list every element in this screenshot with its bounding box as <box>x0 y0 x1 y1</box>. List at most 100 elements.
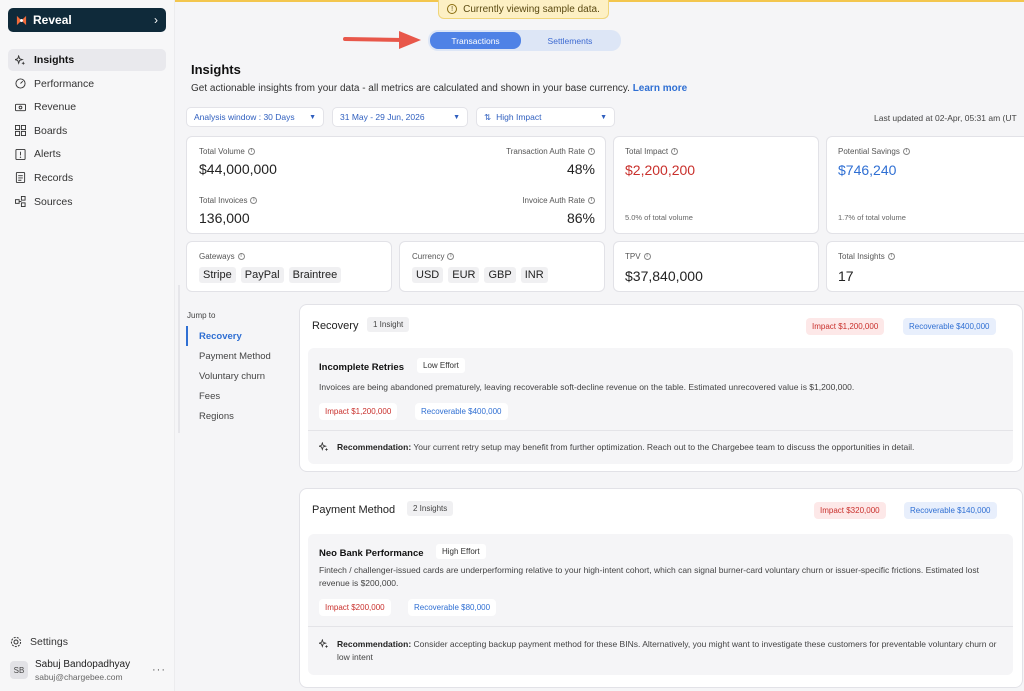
total-insights-value: 17 <box>838 268 854 284</box>
brand-name: Reveal <box>33 13 72 27</box>
info-icon: i <box>671 148 679 156</box>
date-range-select[interactable]: 31 May - 29 Jun, 2026 ▼ <box>332 107 468 127</box>
recommendation: Recommendation: Your current retry setup… <box>319 441 999 454</box>
total-impact-value: $2,200,200 <box>625 162 696 178</box>
sidebar-item-label: Insights <box>34 54 75 66</box>
sort-value: High Impact <box>496 112 542 122</box>
jump-title: Jump to <box>187 311 216 320</box>
more-options-icon[interactable]: ··· <box>152 664 166 676</box>
sidebar-item-boards[interactable]: Boards <box>8 120 166 142</box>
sidebar-item-label: Alerts <box>34 148 61 161</box>
jump-item-recovery[interactable]: Recovery <box>186 326 286 346</box>
money-icon <box>14 101 26 113</box>
insight-recoverable-tag: Recoverable $400,000 <box>415 403 508 420</box>
avatar: SB <box>10 661 28 679</box>
sidebar-item-performance[interactable]: Performance <box>8 73 166 95</box>
currency-chip: EUR <box>448 267 480 283</box>
effort-badge: Low Effort <box>417 358 465 373</box>
sidebar-item-label: Revenue <box>34 101 77 114</box>
insight-title: Neo Bank Performance <box>319 548 424 559</box>
chevron-right-icon: › <box>154 13 158 27</box>
settings-label: Settings <box>30 636 68 648</box>
recommendation-text: Consider accepting backup payment method… <box>337 639 997 662</box>
date-range-value: 31 May - 29 Jun, 2026 <box>340 112 425 122</box>
sidebar-item-insights[interactable]: Insights <box>8 49 166 71</box>
insight-recoverable-tag: Recoverable $80,000 <box>408 599 497 616</box>
potential-savings-card: Potential Savings i $746,240 1.7% of tota… <box>826 136 1024 234</box>
reveal-logo-icon <box>16 15 27 25</box>
workspace-switcher[interactable]: Reveal › <box>8 8 166 32</box>
info-icon: i <box>588 148 595 156</box>
total-impact-card: Total Impact i $2,200,200 5.0% of total v… <box>613 136 819 234</box>
info-icon: i <box>447 253 455 261</box>
gateways-card: Gateways i Stripe PayPal Braintree <box>186 241 392 292</box>
metric-label: Total Volume i <box>199 147 255 156</box>
toggle-transactions[interactable]: Transactions <box>430 32 521 49</box>
caret-down-icon: ▼ <box>453 113 460 121</box>
banner-text: Currently viewing sample data. <box>463 3 600 15</box>
caret-down-icon: ▼ <box>600 113 607 121</box>
tpv-card: TPV i $37,840,000 <box>613 241 819 292</box>
pointer-arrow-icon <box>343 31 421 49</box>
total-volume-value: $44,000,000 <box>199 161 277 177</box>
currency-chip: GBP <box>484 267 516 283</box>
boards-icon <box>14 125 26 137</box>
jump-divider <box>178 285 180 433</box>
metric-label: TPV i <box>625 252 651 261</box>
tpv-value: $37,840,000 <box>625 268 703 284</box>
potential-savings-note: 1.7% of total volume <box>838 213 906 222</box>
user-name: Sabuj Bandopadhyay <box>35 658 131 670</box>
analysis-window-select[interactable]: Analysis window : 30 Days ▼ <box>186 107 324 127</box>
info-icon: i <box>887 253 895 261</box>
user-email: sabuj@chargebee.com <box>35 671 123 682</box>
sidebar-item-label: Boards <box>34 124 68 137</box>
warning-icon: ! <box>447 4 458 14</box>
insight-impact-tag: Impact $1,200,000 <box>319 403 398 420</box>
metric-label: Total Impact i <box>625 147 679 156</box>
section-title: Recovery <box>312 320 359 332</box>
info-icon: i <box>643 253 651 261</box>
txn-auth-rate-value: 48% <box>566 161 595 177</box>
jump-item-payment-method[interactable]: Payment Method <box>186 346 286 366</box>
view-toggle: Transactions Settlements <box>428 30 621 51</box>
toggle-settlements[interactable]: Settlements <box>521 32 619 49</box>
jump-item-voluntary-churn[interactable]: Voluntary churn <box>186 366 286 386</box>
sort-select[interactable]: ⇅ High Impact ▼ <box>476 107 615 127</box>
sidebar: Reveal › Insights Performance Revenue Bo… <box>0 0 175 691</box>
user-profile[interactable]: SB Sabuj Bandopadhyay sabuj@chargebee.co… <box>10 656 166 684</box>
total-invoices-value: 136,000 <box>199 210 250 226</box>
insight-impact-tag: Impact $200,000 <box>319 599 391 616</box>
sidebar-item-records[interactable]: Records <box>8 167 166 189</box>
currency-list: USD EUR GBP INR <box>412 267 548 283</box>
sample-data-banner: ! Currently viewing sample data. <box>438 0 609 19</box>
jump-item-regions[interactable]: Regions <box>186 406 286 426</box>
recovery-section: Recovery 1 Insight Impact $1,200,000 Rec… <box>299 304 1023 472</box>
insight-description: Fintech / challenger-issued cards are un… <box>319 565 979 588</box>
sparkle-icon <box>319 442 329 452</box>
gear-icon <box>10 636 22 648</box>
info-icon: i <box>237 253 245 261</box>
sidebar-item-revenue[interactable]: Revenue <box>8 96 166 118</box>
sidebar-nav: Insights Performance Revenue Boards Aler… <box>8 49 166 214</box>
metric-label: Potential Savings i <box>838 147 910 156</box>
sidebar-item-sources[interactable]: Sources <box>8 191 166 213</box>
jump-nav: Recovery Payment Method Voluntary churn … <box>186 326 286 426</box>
gauge-icon <box>14 78 26 90</box>
sidebar-settings[interactable]: Settings <box>10 636 68 648</box>
divider <box>308 626 1013 627</box>
insight-count-badge: 1 Insight <box>367 317 410 332</box>
gateway-chip: PayPal <box>240 267 284 283</box>
sidebar-item-alerts[interactable]: Alerts <box>8 143 166 165</box>
recoverable-tag: Recoverable $400,000 <box>903 318 996 335</box>
insight-card[interactable]: Incomplete Retries Low Effort Invoices a… <box>308 348 1013 464</box>
metric-label: Gateways i <box>199 252 245 261</box>
volume-metrics-card: Total Volume i $44,000,000 Transaction Au… <box>186 136 606 234</box>
currency-chip: INR <box>520 267 548 283</box>
recommendation-text: Your current retry setup may benefit fro… <box>413 442 915 452</box>
jump-item-fees[interactable]: Fees <box>186 386 286 406</box>
learn-more-link[interactable]: Learn more <box>633 83 687 94</box>
insight-card[interactable]: Neo Bank Performance High Effort Fintech… <box>308 534 1013 675</box>
last-updated: Last updated at 02-Apr, 05:31 am (UT <box>874 113 1017 123</box>
gateway-list: Stripe PayPal Braintree <box>199 267 342 283</box>
metric-label: Transaction Auth Rate i <box>506 147 595 156</box>
